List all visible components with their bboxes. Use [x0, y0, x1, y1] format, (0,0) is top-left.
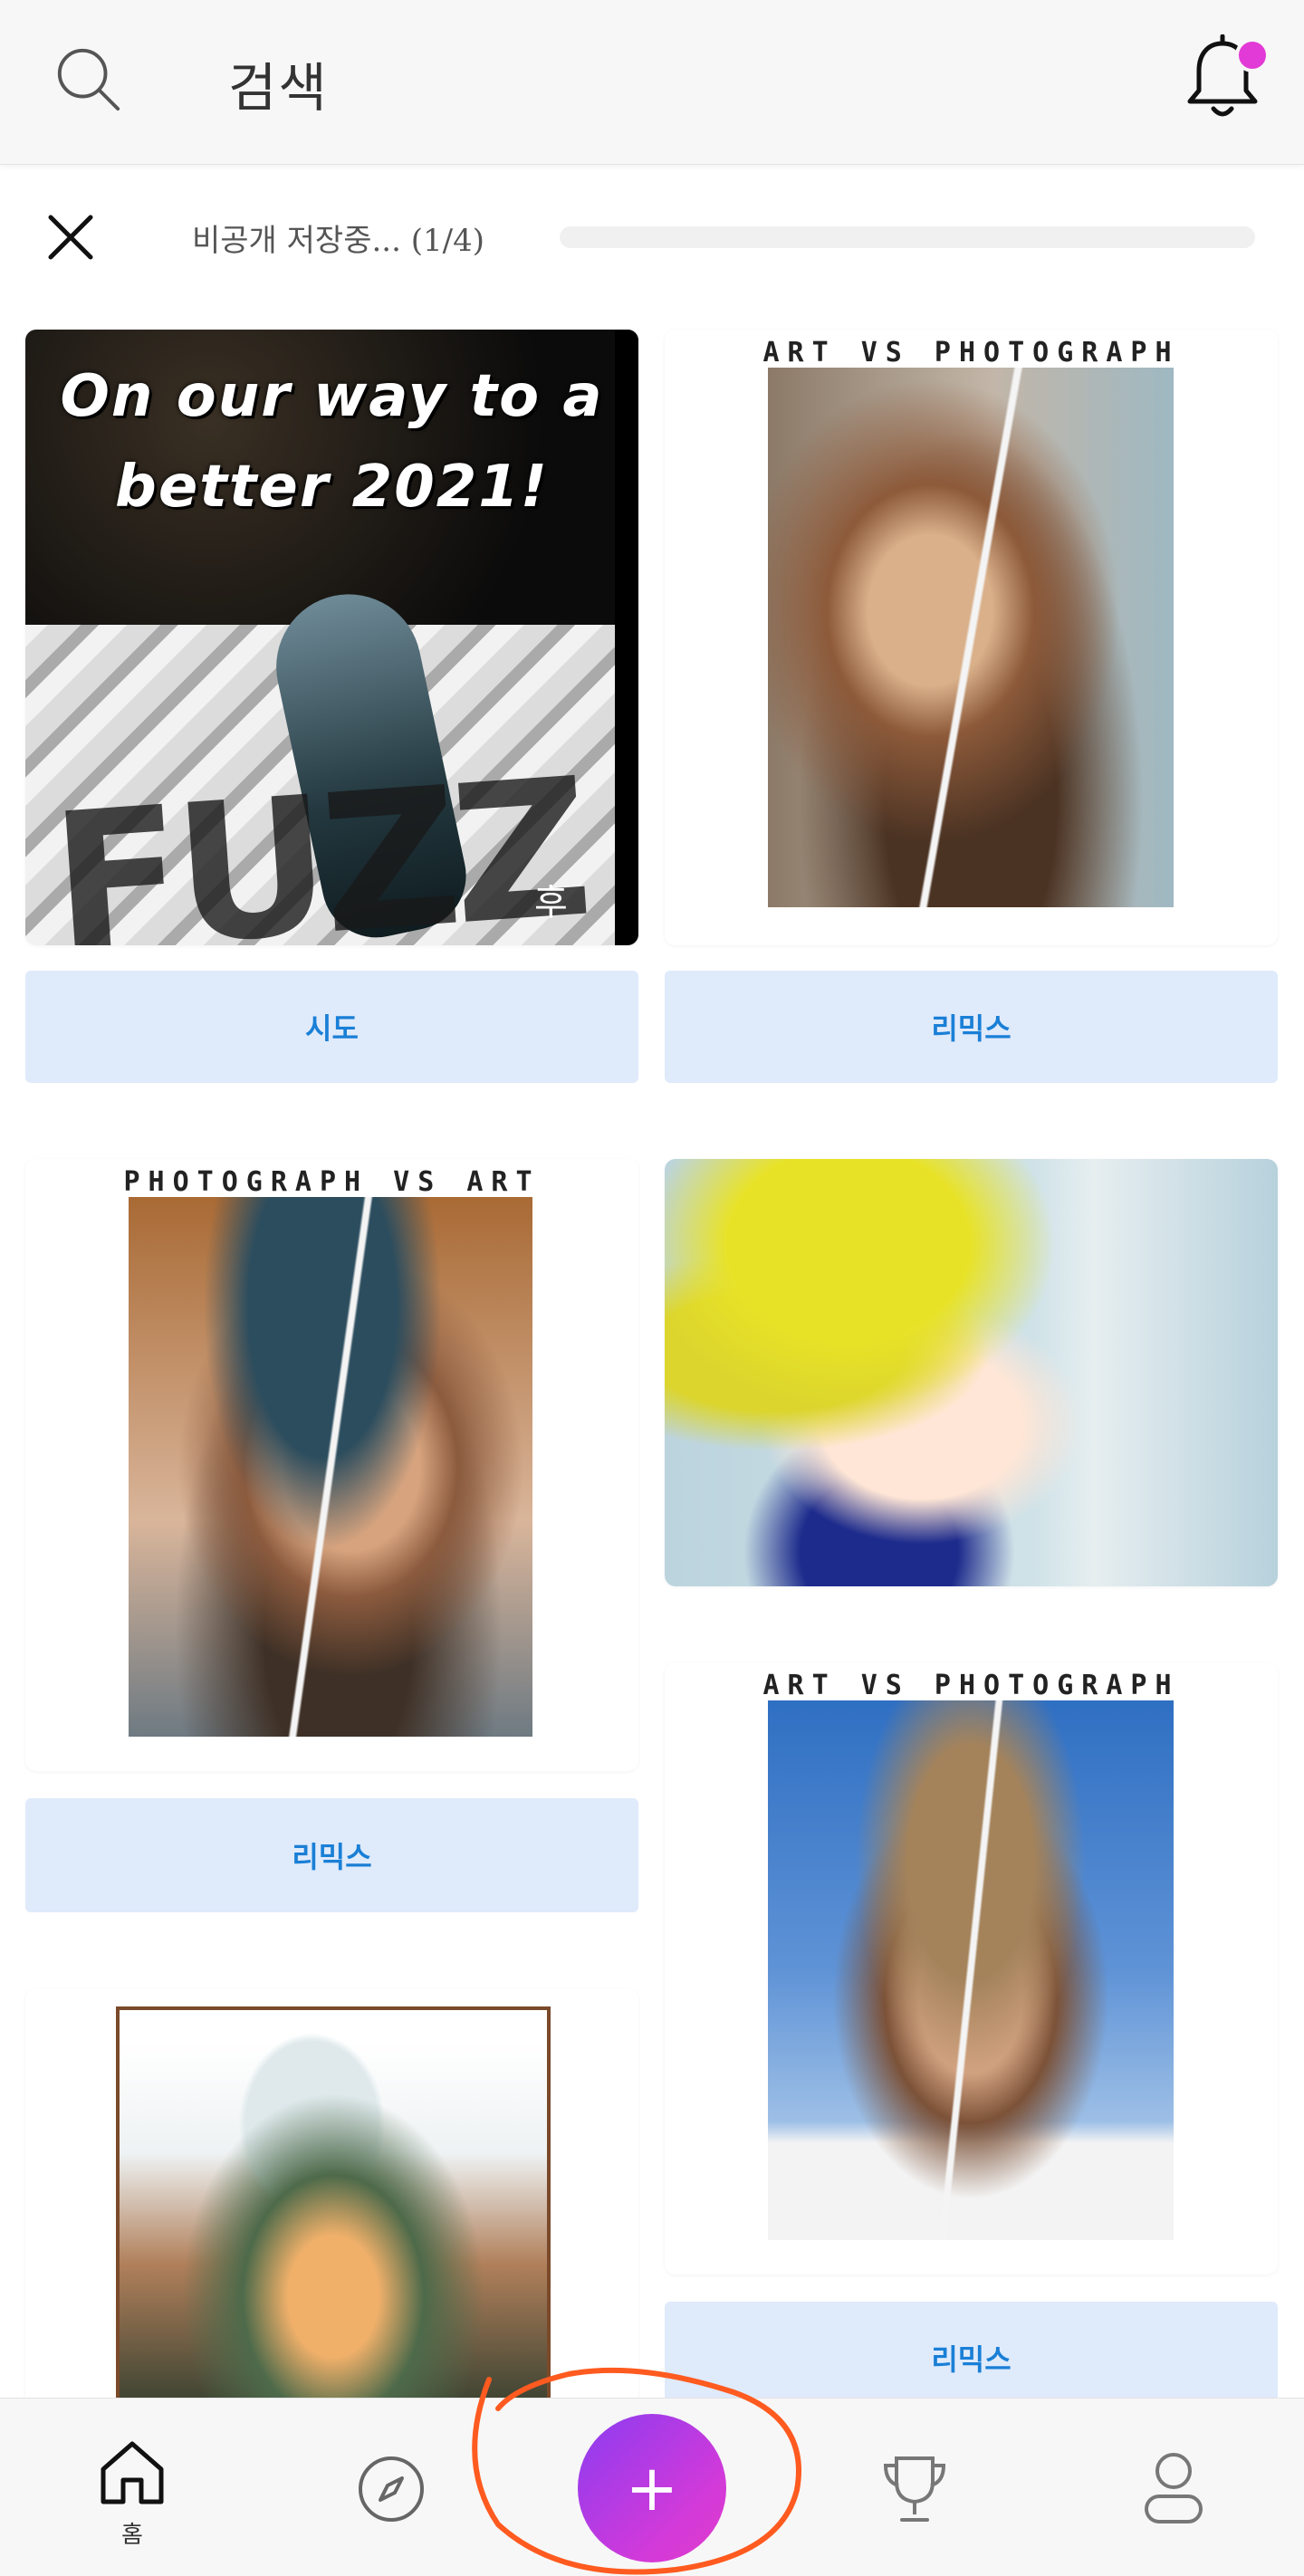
silhouette-image: [116, 2006, 551, 2405]
close-icon[interactable]: [47, 214, 94, 261]
nav-home[interactable]: 홈: [87, 2435, 177, 2552]
nav-challenges[interactable]: [877, 2451, 953, 2527]
upload-progress-bar: [560, 226, 1255, 248]
portrait-image: [768, 368, 1174, 907]
poster-edge-bar: [615, 330, 638, 945]
poster-image: FUZZ On our way to a better 2021! 후: [25, 330, 638, 945]
poster-headline: On our way to a better 2021!: [60, 363, 604, 521]
home-icon: [101, 2441, 164, 2504]
profile-icon: [1145, 2453, 1203, 2523]
feed-card-double-exposure[interactable]: [25, 1988, 638, 2405]
trophy-icon: [883, 2456, 946, 2522]
top-bar: 검색: [0, 0, 1304, 165]
feed-card-poster[interactable]: FUZZ On our way to a better 2021! 후: [25, 330, 638, 945]
try-button[interactable]: 시도: [25, 971, 638, 1083]
feed-card-photo-vs-art[interactable]: PHOTOGRAPH VS ART: [25, 1159, 638, 1771]
search-icon[interactable]: [53, 43, 123, 114]
remix-button[interactable]: 리믹스: [665, 971, 1278, 1083]
poster-fuzz-text: FUZZ: [45, 736, 591, 945]
create-post-button[interactable]: +: [578, 2414, 726, 2562]
compass-icon: [359, 2456, 424, 2522]
nav-explore[interactable]: [355, 2453, 427, 2525]
card-caption: ART VS PHOTOGRAPH: [762, 337, 1180, 369]
anime-image: [665, 1159, 1278, 1586]
card-caption: ART VS PHOTOGRAPH: [762, 1670, 1180, 1701]
notification-badge: [1235, 38, 1270, 72]
nav-profile[interactable]: [1137, 2447, 1210, 2529]
remix-button[interactable]: 리믹스: [25, 1798, 638, 1912]
search-input[interactable]: 검색: [228, 45, 329, 121]
portrait-image: [768, 1700, 1174, 2240]
feed-card-art-vs-photo-2[interactable]: ART VS PHOTOGRAPH: [665, 1662, 1278, 2274]
nav-home-label: 홈: [121, 2522, 143, 2549]
upload-status-text: 비공개 저장중... (1/4): [192, 223, 484, 259]
portrait-image: [129, 1197, 532, 1737]
card-caption: PHOTOGRAPH VS ART: [123, 1166, 541, 1198]
feed-card-anime[interactable]: [665, 1159, 1278, 1586]
poster-watermark: 후: [534, 882, 568, 924]
feed-card-art-vs-photo-1[interactable]: ART VS PHOTOGRAPH: [665, 330, 1278, 945]
